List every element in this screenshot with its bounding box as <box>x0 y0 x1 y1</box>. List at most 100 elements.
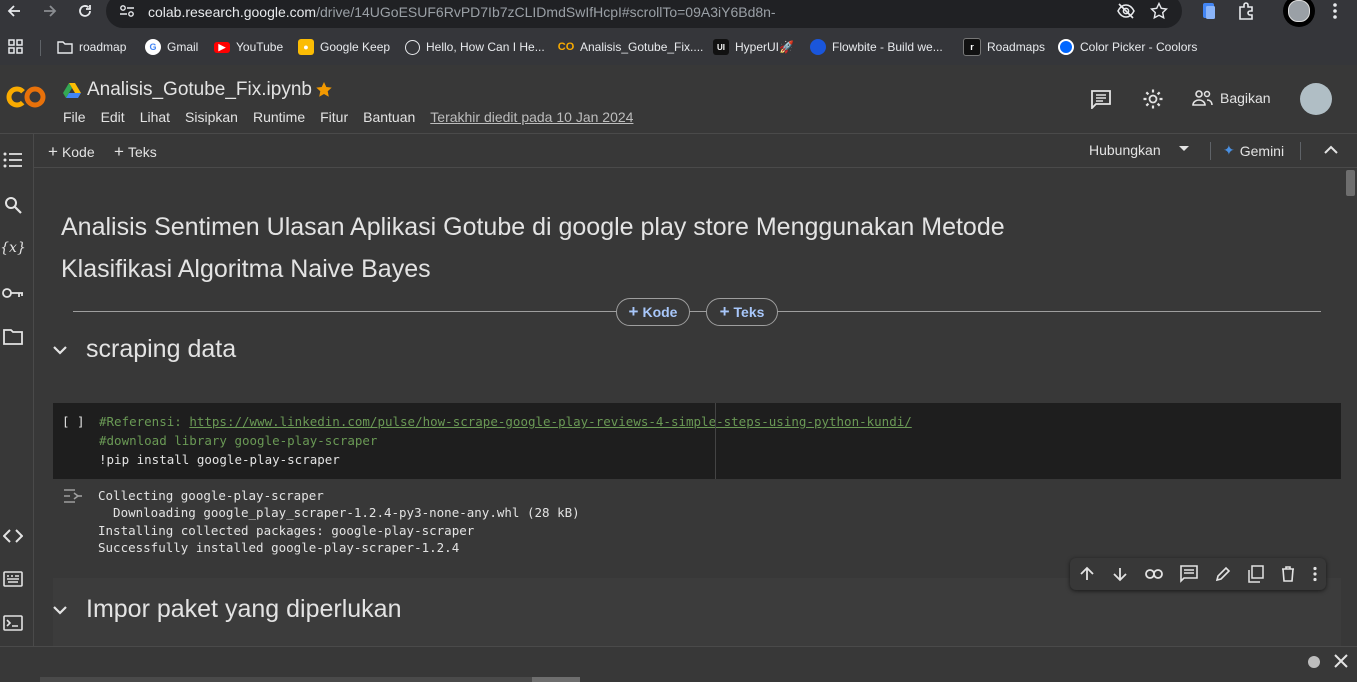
site-info-icon[interactable] <box>118 3 136 19</box>
terminal-icon[interactable] <box>2 612 24 634</box>
bookmark-label: Hello, How Can I He... <box>426 40 545 54</box>
scrollbar-thumb[interactable] <box>1346 170 1355 196</box>
search-icon[interactable] <box>2 194 24 216</box>
output-actions-icon[interactable] <box>63 487 83 505</box>
section-title: Impor paket yang diperlukan <box>86 595 402 623</box>
google-icon: G <box>145 39 161 55</box>
horizontal-scroll-thumb[interactable] <box>532 677 580 682</box>
output-line: Installing collected packages: google-pl… <box>98 523 475 538</box>
mirror-cell-icon[interactable] <box>1247 565 1264 583</box>
notebook-main: Analisis Sentimen Ulasan Aplikasi Gotube… <box>34 168 1344 646</box>
bookmark-roadmap[interactable]: roadmap <box>57 37 126 57</box>
bookmark-coolors[interactable]: Color Picker - Coolors <box>1058 37 1197 57</box>
connect-button[interactable]: Hubungkan <box>1089 142 1161 158</box>
url-text[interactable]: colab.research.google.com/drive/14UGoESU… <box>148 4 776 20</box>
notebook-title[interactable]: Analisis_Gotube_Fix.ipynb <box>87 79 312 101</box>
link-icon[interactable] <box>1144 568 1163 580</box>
keep-icon: ● <box>298 39 314 55</box>
apps-grid-icon[interactable] <box>8 37 24 57</box>
connect-dropdown-icon[interactable] <box>1178 145 1190 153</box>
move-down-icon[interactable] <box>1112 566 1128 582</box>
star-icon[interactable] <box>315 81 333 99</box>
bookmark-gmail[interactable]: G Gmail <box>145 37 198 57</box>
profile-picture <box>1288 0 1310 22</box>
bookmark-google-keep[interactable]: ● Google Keep <box>298 37 390 57</box>
edit-pencil-icon[interactable] <box>1215 566 1231 582</box>
command-palette-icon[interactable] <box>2 568 24 590</box>
add-code-button[interactable]: + Kode <box>48 142 95 162</box>
connect-label: Hubungkan <box>1089 142 1161 158</box>
roadmaps-icon: r <box>963 38 981 56</box>
eye-off-icon[interactable] <box>1116 2 1136 20</box>
menu-help[interactable]: Bantuan <box>363 109 415 125</box>
user-avatar[interactable] <box>1300 83 1332 115</box>
code-line: !pip install google-play-scraper <box>99 452 340 467</box>
menu-file[interactable]: File <box>63 109 86 125</box>
reload-button[interactable] <box>71 0 99 22</box>
section-header-imports[interactable]: Impor paket yang diperlukan <box>52 595 401 624</box>
chevron-down-icon <box>53 605 67 615</box>
chevron-down-icon <box>53 345 67 355</box>
more-options-icon[interactable] <box>1312 566 1318 582</box>
status-dot-icon[interactable] <box>1308 656 1320 668</box>
back-arrow-icon <box>7 5 20 17</box>
table-of-contents-icon[interactable] <box>2 149 24 171</box>
bookmark-flowbite[interactable]: Flowbite - Build we... <box>810 37 943 57</box>
menu-runtime[interactable]: Runtime <box>253 109 305 125</box>
notebook-scrollbar[interactable] <box>1344 168 1357 646</box>
address-bar[interactable]: colab.research.google.com/drive/14UGoESU… <box>106 0 1182 28</box>
youtube-icon: ▶ <box>214 41 230 53</box>
browser-chrome: colab.research.google.com/drive/14UGoESU… <box>0 0 1357 65</box>
extension-docs-icon[interactable] <box>1200 2 1218 20</box>
bookmark-label: roadmap <box>79 40 127 54</box>
bookmark-youtube[interactable]: ▶ YouTube <box>214 37 283 57</box>
bookmark-label: Google Keep <box>320 40 391 54</box>
back-button[interactable] <box>0 0 28 22</box>
last-edited-link[interactable]: Terakhir diedit pada 10 Jan 2024 <box>430 109 633 125</box>
bookmark-hyperui[interactable]: UI HyperUI🚀 <box>713 37 794 57</box>
bookmark-star-icon[interactable] <box>1150 2 1168 20</box>
settings-gear-icon[interactable] <box>1142 88 1164 110</box>
bookmark-chatgpt[interactable]: Hello, How Can I He... <box>405 37 545 57</box>
bookmark-colab-notebook[interactable]: CO Analisis_Gotube_Fix.... <box>558 37 704 57</box>
secrets-key-icon[interactable] <box>2 282 24 304</box>
add-text-button[interactable]: + Teks <box>114 142 157 162</box>
files-folder-icon[interactable] <box>2 326 24 348</box>
code-snippets-icon[interactable] <box>2 525 24 547</box>
menu-view[interactable]: Lihat <box>140 109 170 125</box>
bookmark-label: Analisis_Gotube_Fix.... <box>580 40 704 54</box>
extensions-puzzle-icon[interactable] <box>1236 1 1256 21</box>
insert-text-cell-button[interactable]: + Teks <box>706 298 778 326</box>
insert-code-cell-button[interactable]: + Kode <box>616 298 690 326</box>
comment-icon[interactable] <box>1179 565 1198 583</box>
notebook-heading[interactable]: Analisis Sentimen Ulasan Aplikasi Gotube… <box>61 206 1061 290</box>
gemini-button[interactable]: ✦ Gemini <box>1223 142 1284 159</box>
bookmark-roadmaps[interactable]: r Roadmaps <box>963 37 1045 57</box>
run-cell-button[interactable]: [ ] <box>62 414 85 429</box>
forward-arrow-icon <box>44 5 57 17</box>
gemini-sparkle-icon: ✦ <box>1223 142 1235 158</box>
colab-logo-icon[interactable] <box>6 81 46 113</box>
forward-button[interactable] <box>36 0 64 22</box>
close-icon[interactable] <box>1334 654 1348 668</box>
horizontal-scroll-track[interactable] <box>40 677 580 682</box>
menu-tools[interactable]: Fitur <box>320 109 348 125</box>
menu-edit[interactable]: Edit <box>101 109 125 125</box>
profile-avatar[interactable] <box>1283 0 1315 27</box>
coolors-icon <box>1058 39 1074 55</box>
section-header-scraping[interactable]: scraping data <box>52 335 236 364</box>
delete-trash-icon[interactable] <box>1281 566 1295 582</box>
gemini-label: Gemini <box>1239 142 1285 159</box>
share-button[interactable]: Bagikan <box>1192 89 1271 107</box>
reference-link[interactable]: https://www.linkedin.com/pulse/how-scrap… <box>189 414 911 429</box>
code-cell[interactable]: [ ] #Referensi: https://www.linkedin.com… <box>53 403 1341 479</box>
openai-icon <box>405 39 420 55</box>
bookmark-label: Roadmaps <box>987 40 1046 54</box>
browser-menu-icon[interactable] <box>1326 1 1344 21</box>
collapse-header-icon[interactable] <box>1324 145 1338 154</box>
plus-icon: + <box>114 142 124 161</box>
variables-icon[interactable]: {x} <box>0 237 26 259</box>
comments-icon[interactable] <box>1090 89 1112 109</box>
move-up-icon[interactable] <box>1079 566 1095 582</box>
menu-insert[interactable]: Sisipkan <box>185 109 238 125</box>
